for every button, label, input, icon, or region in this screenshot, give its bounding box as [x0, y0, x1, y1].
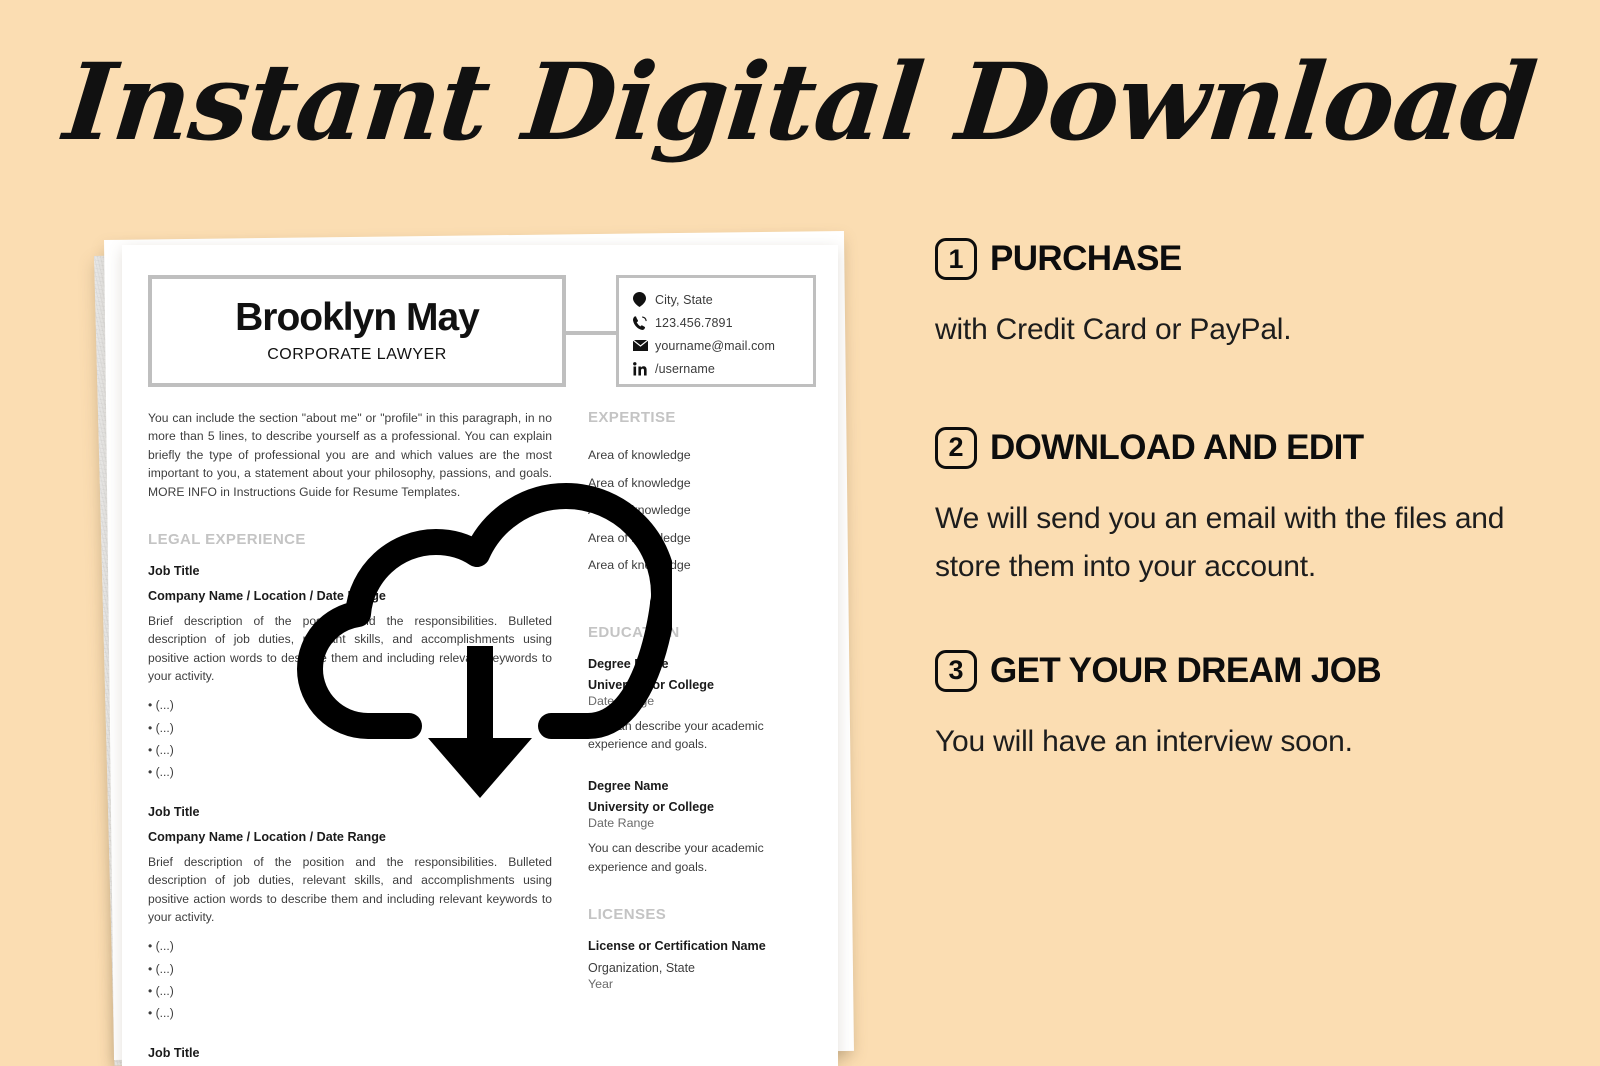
steps-spacer-2 [935, 598, 1535, 650]
expertise-item: Area of knowledge [588, 503, 691, 518]
education-item: Degree Name University or College Date R… [588, 657, 804, 754]
linkedin-icon [633, 361, 655, 376]
step-2-title: DOWNLOAD AND EDIT [990, 427, 1364, 467]
step-1-title: PURCHASE [990, 239, 1182, 278]
location-pin-icon [633, 292, 655, 307]
section-heading-licenses: LICENSES [588, 905, 667, 923]
job-meta: Company Name / Location / Date Range [148, 588, 386, 603]
resume-header: Brooklyn May CORPORATE LAWYER City, Stat… [148, 267, 816, 395]
experience-item: Job Title Company Name / Location / Date… [148, 805, 552, 1024]
education-degree: Degree Name [588, 656, 669, 671]
resume-columns: You can include the section "about me" o… [148, 409, 812, 1066]
job-description: Brief description of the position and th… [148, 613, 552, 683]
job-title: Job Title [148, 563, 200, 578]
phone-icon [633, 315, 655, 330]
step-1-body: with Credit Card or PayPal. [935, 313, 1292, 346]
step-2-body: We will send you an email with the files… [935, 501, 1505, 584]
job-bullet: • (...) [148, 698, 174, 713]
job-bullet: • (...) [148, 939, 174, 954]
resume-document-page: Brooklyn May CORPORATE LAWYER City, Stat… [122, 245, 838, 1066]
education-item: Degree Name University or College Date R… [588, 779, 804, 876]
contact-row-linkedin: /username [633, 357, 813, 380]
license-year: Year [588, 976, 614, 991]
education-school: University or College [588, 800, 714, 815]
job-bullet: • (...) [148, 764, 174, 779]
education-description: You can describe your academic experienc… [588, 718, 764, 751]
job-title: Job Title [148, 1045, 200, 1060]
license-organization: Organization, State [588, 960, 696, 975]
education-degree: Degree Name [588, 779, 669, 794]
job-bullet: • (...) [148, 1005, 174, 1020]
contact-linkedin-text: /username [655, 361, 715, 376]
education-dates: Date Range [588, 816, 655, 831]
job-description: Brief description of the position and th… [148, 854, 552, 924]
section-heading-experience: LEGAL EXPERIENCE [148, 530, 306, 548]
job-bullets: • (...) • (...) • (...) • (...) [148, 694, 552, 783]
contact-phone-text: 123.456.7891 [655, 315, 733, 330]
experience-item: Job Title [148, 1046, 552, 1060]
resume-right-column: EXPERTISE Area of knowledge Area of know… [566, 409, 804, 1066]
expertise-item: Area of knowledge [588, 448, 691, 462]
job-bullet: • (...) [148, 720, 174, 735]
contact-row-email: yourname@mail.com [633, 334, 813, 357]
step-2-number-badge: 2 [935, 426, 977, 469]
contact-row-location: City, State [633, 288, 813, 311]
expertise-item: Area of knowledge [588, 530, 691, 545]
job-bullet: • (...) [148, 742, 174, 757]
envelope-icon [633, 340, 655, 351]
step-3-header: 3 GET YOUR DREAM JOB [935, 649, 1535, 692]
contact-location-text: City, State [655, 292, 713, 307]
job-bullet: • (...) [148, 961, 174, 976]
job-bullets: • (...) • (...) • (...) • (...) [148, 935, 552, 1024]
expertise-item: Area of knowledge [588, 558, 691, 573]
contact-box: City, State 123.456.7891 yourname@mail.c… [616, 275, 816, 387]
header-connector-line [566, 331, 616, 335]
job-title: Job Title [148, 804, 200, 819]
license-name: License or Certification Name [588, 938, 766, 953]
candidate-role: CORPORATE LAWYER [267, 346, 447, 363]
expertise-item: Area of knowledge [588, 475, 691, 490]
page-title: Instant Digital Download [58, 39, 1542, 164]
job-meta: Company Name / Location / Date Range [148, 829, 386, 844]
section-heading-expertise: EXPERTISE [588, 409, 676, 426]
education-description: You can describe your academic experienc… [588, 841, 764, 874]
experience-item: Job Title Company Name / Location / Date… [148, 564, 552, 783]
steps-panel: 1 PURCHASE with Credit Card or PayPal. 2… [935, 238, 1535, 772]
step-1: 1 PURCHASE with Credit Card or PayPal. [935, 238, 1535, 355]
step-1-number-badge: 1 [935, 238, 977, 280]
section-heading-education: EDUCATION [588, 623, 680, 641]
profile-summary: You can include the section "about me" o… [148, 411, 552, 499]
education-school: University or College [588, 677, 714, 692]
expertise-list: Area of knowledge Area of knowledge Area… [588, 442, 804, 580]
resume-preview-stack: Brooklyn May CORPORATE LAWYER City, Stat… [86, 228, 856, 1066]
contact-row-phone: 123.456.7891 [633, 311, 813, 334]
education-dates: Date Range [588, 693, 655, 708]
step-2-header: 2 DOWNLOAD AND EDIT [935, 426, 1535, 469]
step-3-body: You will have an interview soon. [935, 724, 1353, 758]
step-3-title: GET YOUR DREAM JOB [990, 650, 1382, 690]
step-3-number-badge: 3 [935, 649, 977, 692]
step-1-header: 1 PURCHASE [935, 238, 1535, 280]
step-2: 2 DOWNLOAD AND EDIT We will send you an … [935, 426, 1535, 592]
step-3: 3 GET YOUR DREAM JOB You will have an in… [935, 649, 1535, 767]
steps-spacer-1 [935, 361, 1535, 427]
name-box: Brooklyn May CORPORATE LAWYER [148, 275, 566, 387]
candidate-name: Brooklyn May [235, 296, 480, 339]
license-item: License or Certification Name Organizati… [588, 939, 804, 991]
resume-left-column: You can include the section "about me" o… [148, 409, 566, 1066]
job-bullet: • (...) [148, 983, 174, 998]
contact-email-text: yourname@mail.com [655, 338, 775, 353]
